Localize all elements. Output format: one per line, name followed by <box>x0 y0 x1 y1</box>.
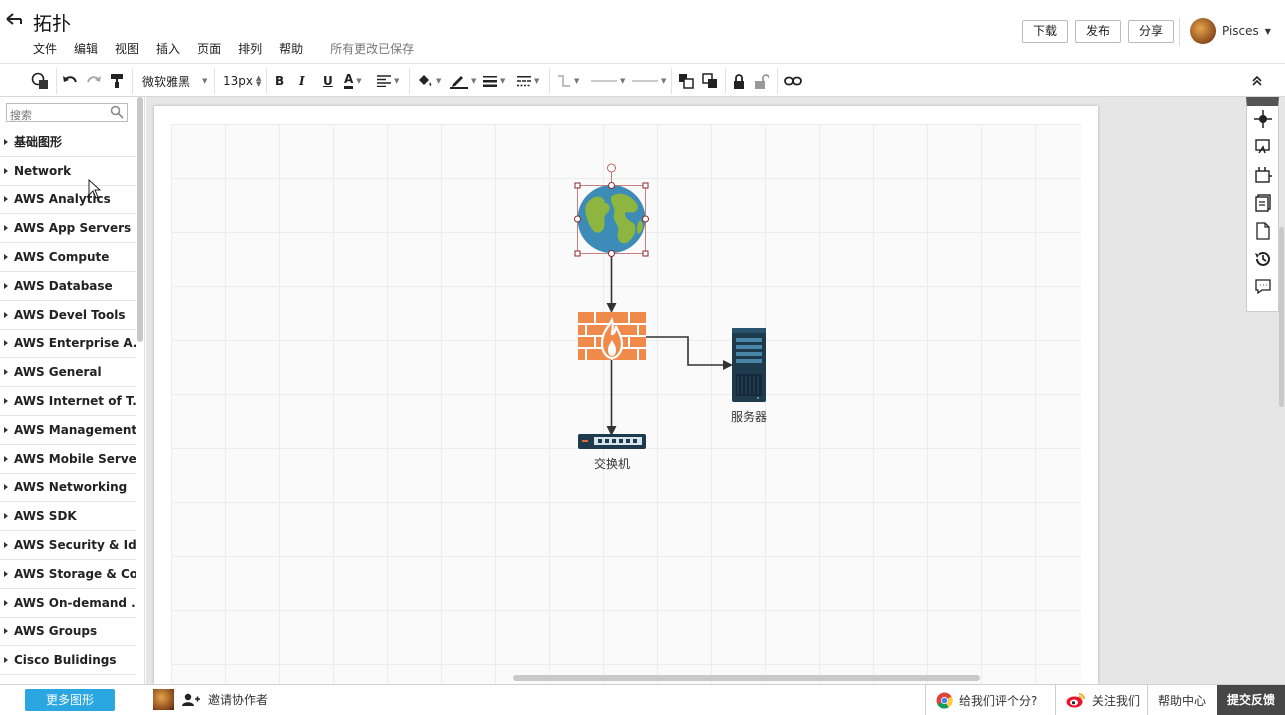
invite-collaborator[interactable]: 邀请协作者 <box>153 689 268 710</box>
invite-label: 邀请协作者 <box>208 693 269 707</box>
rate-us-link[interactable]: 给我们评个分? <box>925 685 1047 715</box>
mouse-pointer-icon <box>88 179 102 199</box>
help-center-link[interactable]: 帮助中心 <box>1147 685 1216 715</box>
globe-icon[interactable] <box>572 160 652 260</box>
firewall-icon[interactable] <box>578 312 646 360</box>
diagram-layer: 服务器 交换机 <box>0 0 1285 714</box>
server-label[interactable]: 服务器 <box>731 408 767 425</box>
switch-label[interactable]: 交换机 <box>594 455 630 472</box>
add-user-icon <box>182 693 200 706</box>
switch-icon[interactable] <box>578 434 646 449</box>
follow-us-link[interactable]: 关注我们 <box>1055 685 1150 715</box>
chrome-icon <box>936 692 953 709</box>
follow-us-label: 关注我们 <box>1092 693 1141 708</box>
more-shapes-button[interactable]: 更多图形 <box>25 689 115 711</box>
avatar <box>153 689 174 710</box>
help-center-label: 帮助中心 <box>1158 693 1207 708</box>
connector-firewall-server[interactable] <box>645 336 733 370</box>
weibo-icon <box>1066 693 1085 708</box>
feedback-button[interactable]: 提交反馈 <box>1217 685 1285 715</box>
bottom-bar: 更多图形 邀请协作者 给我们评个分? 关注我们 帮助中心 提交反馈 <box>0 684 1285 715</box>
rate-us-label: 给我们评个分? <box>959 693 1038 708</box>
server-icon[interactable] <box>732 328 766 402</box>
